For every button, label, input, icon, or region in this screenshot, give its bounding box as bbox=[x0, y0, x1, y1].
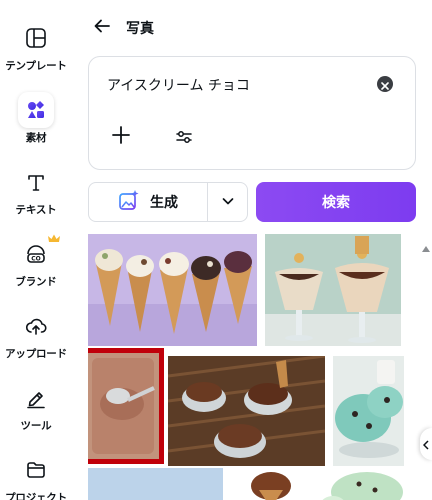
sidebar-item-text[interactable]: テキスト bbox=[0, 164, 72, 217]
template-icon bbox=[18, 20, 54, 56]
photo-mint-chip-ice-cream[interactable] bbox=[319, 468, 404, 500]
text-icon bbox=[18, 164, 54, 200]
results-scrollbar[interactable] bbox=[422, 234, 430, 500]
brand-icon: CO bbox=[18, 234, 60, 272]
photo-ice-cream-cones[interactable] bbox=[88, 234, 257, 346]
elements-icon bbox=[18, 92, 54, 128]
sidebar-item-label: ブランド bbox=[15, 276, 57, 288]
sidebar-item-label: アップロード bbox=[5, 348, 67, 360]
photo-blue-background[interactable] bbox=[88, 468, 223, 500]
sidebar-item-label: 素材 bbox=[25, 132, 47, 144]
panel-header: 写真 bbox=[90, 16, 154, 40]
generate-label: 生成 bbox=[150, 195, 178, 211]
sidebar-item-label: ツール bbox=[20, 420, 52, 432]
generate-button[interactable]: 生成 bbox=[89, 183, 208, 221]
plus-icon bbox=[112, 126, 130, 148]
generate-dropdown-button[interactable] bbox=[208, 183, 247, 221]
sidebar-item-elements[interactable]: 素材 bbox=[0, 92, 72, 145]
chevron-left-icon bbox=[422, 435, 429, 454]
sidebar-item-label: プロジェクト bbox=[5, 492, 67, 500]
left-sidebar: テンプレート 素材 テキスト CO ブランド アップロード ツール プロジェクト bbox=[0, 0, 72, 500]
photo-chocolate-ice-cream-scoop[interactable] bbox=[88, 348, 164, 464]
sidebar-item-label: テキスト bbox=[15, 204, 57, 216]
generate-group: 生成 bbox=[88, 182, 248, 222]
crown-icon bbox=[48, 229, 60, 248]
search-box[interactable]: アイスクリーム チョコ bbox=[88, 56, 416, 170]
photo-ice-cream-cone-chocolate[interactable] bbox=[231, 468, 311, 500]
folder-icon bbox=[18, 452, 54, 488]
photos-panel: 写真 アイスクリーム チョコ 生成 検索 bbox=[72, 0, 432, 500]
filter-button[interactable] bbox=[173, 127, 195, 149]
sidebar-item-tools[interactable]: ツール bbox=[0, 380, 72, 433]
draw-tool-icon bbox=[18, 380, 54, 416]
photo-chocolate-sundaes[interactable] bbox=[265, 234, 401, 346]
sliders-icon bbox=[176, 129, 192, 148]
magic-image-icon bbox=[118, 189, 140, 215]
upload-icon bbox=[18, 308, 54, 344]
sidebar-item-brand[interactable]: CO ブランド bbox=[0, 234, 72, 289]
arrow-left-icon bbox=[93, 17, 111, 39]
sidebar-item-templates[interactable]: テンプレート bbox=[0, 20, 72, 73]
page-title: 写真 bbox=[126, 21, 154, 37]
sidebar-item-uploads[interactable]: アップロード bbox=[0, 308, 72, 361]
photo-chocolate-ice-cream-bowls[interactable] bbox=[168, 356, 325, 466]
chevron-down-icon bbox=[221, 193, 235, 212]
search-button[interactable]: 検索 bbox=[256, 182, 416, 222]
svg-text:CO: CO bbox=[31, 256, 41, 263]
sidebar-item-projects[interactable]: プロジェクト bbox=[0, 452, 72, 500]
add-button[interactable] bbox=[109, 125, 133, 149]
photo-mint-chocolate-ice-cream[interactable] bbox=[333, 356, 404, 466]
collapse-panel-button[interactable] bbox=[420, 428, 432, 460]
scroll-up-icon bbox=[422, 238, 430, 252]
photo-results-grid bbox=[88, 234, 404, 500]
search-input[interactable]: アイスクリーム チョコ bbox=[107, 75, 367, 95]
clear-button[interactable] bbox=[377, 76, 393, 92]
clear-icon bbox=[381, 75, 389, 94]
back-button[interactable] bbox=[90, 16, 114, 40]
sidebar-item-label: テンプレート bbox=[5, 60, 67, 72]
